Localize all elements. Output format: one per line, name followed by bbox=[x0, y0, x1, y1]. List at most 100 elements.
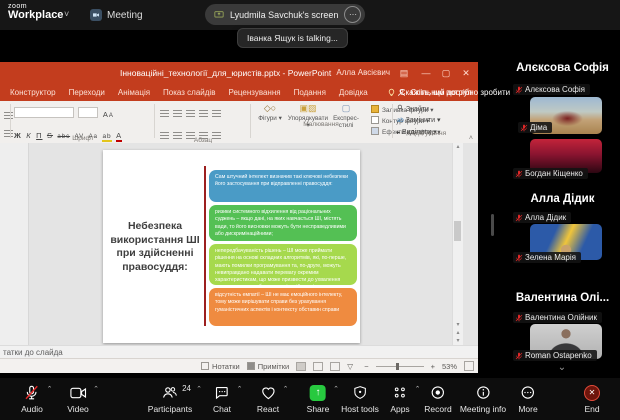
tab-meeting[interactable]: Meeting bbox=[84, 4, 149, 26]
host-tools-button[interactable]: Host tools bbox=[341, 384, 379, 414]
slide-box-no-empathy[interactable]: відсутність емпатії – ШІ не має емоційно… bbox=[209, 288, 357, 326]
notes-pane[interactable]: татки до слайда bbox=[0, 345, 478, 358]
share-button[interactable]: ↑⌃ Share bbox=[307, 384, 330, 414]
zoom-in-button[interactable]: + bbox=[431, 362, 435, 371]
video-button[interactable]: ⌃ Video bbox=[67, 384, 89, 414]
line-spacing-button[interactable] bbox=[212, 110, 221, 118]
font-name-select[interactable] bbox=[14, 107, 74, 118]
bullets-button[interactable] bbox=[160, 110, 169, 118]
react-options-chevron[interactable]: ⌃ bbox=[283, 385, 289, 393]
vertical-scrollbar[interactable]: ▴ ▾ ▴ ▾ bbox=[452, 143, 463, 345]
decrease-indent-button[interactable] bbox=[186, 110, 195, 118]
slide-canvas[interactable]: Небезпека використання ШІ при здійсненні… bbox=[103, 150, 360, 343]
previous-slide-icon[interactable]: ▴ bbox=[453, 330, 463, 337]
ribbon: АА Ж К П S abc AV Аа ab А Шрифт bbox=[0, 101, 478, 144]
restore-button[interactable]: ▢ bbox=[438, 66, 454, 80]
apps-button[interactable]: ⌃ Apps bbox=[390, 384, 409, 414]
tab-design[interactable]: Конструктор bbox=[10, 88, 56, 97]
slide-box-unpredictability[interactable]: непередбачуваність рішень – ШІ може прий… bbox=[209, 244, 357, 285]
share-options-chevron[interactable]: ⌃ bbox=[333, 385, 339, 393]
participant-tile-alla[interactable]: Алла Дідик bbox=[505, 193, 620, 205]
reading-view-button[interactable] bbox=[330, 362, 340, 371]
collapse-ribbon-button[interactable]: ˄ bbox=[469, 135, 473, 142]
muted-mic-icon bbox=[515, 170, 523, 178]
tab-slideshow[interactable]: Показ слайдів bbox=[163, 88, 215, 97]
scroll-down-icon[interactable]: ▾ bbox=[453, 322, 463, 329]
zoom-slider-thumb[interactable] bbox=[396, 363, 399, 370]
slide-box-intro[interactable]: Сам штучний інтелект визначив такі ключо… bbox=[209, 170, 357, 202]
status-bar: Нотатки Примітки ▽ − + 53% bbox=[0, 358, 478, 373]
share-options-button[interactable]: ⋯ bbox=[344, 6, 361, 23]
audio-button[interactable]: ⌃ Audio bbox=[21, 384, 43, 414]
shared-screen-pill[interactable]: Lyudmila Savchuk's screen ⋯ bbox=[205, 4, 365, 25]
participants-count: 24 bbox=[182, 384, 191, 393]
minimize-button[interactable]: — bbox=[418, 66, 434, 80]
sidebar-scrollbar[interactable] bbox=[491, 214, 494, 236]
zoom-slider[interactable] bbox=[376, 366, 424, 367]
powerpoint-title-bar[interactable]: Інноваційні_технології_для_юристів.pptx … bbox=[0, 62, 478, 84]
shield-icon bbox=[353, 385, 367, 400]
slide-title[interactable]: Небезпека використання ШІ при здійсненні… bbox=[108, 220, 202, 275]
tab-help[interactable]: Довідка bbox=[339, 88, 368, 97]
replace-button[interactable]: ab Замінити ▾ bbox=[397, 115, 457, 127]
zoom-out-button[interactable]: − bbox=[364, 362, 368, 371]
meeting-camera-icon bbox=[90, 9, 102, 21]
normal-view-button[interactable] bbox=[296, 362, 306, 371]
slideshow-view-button[interactable]: ▽ bbox=[347, 362, 357, 371]
slide-box-bias-risk[interactable]: ризики системного відхилення від раціона… bbox=[209, 205, 357, 241]
divider-line bbox=[204, 166, 206, 326]
next-slide-icon[interactable]: ▾ bbox=[453, 338, 463, 345]
scrollbar-thumb[interactable] bbox=[454, 221, 461, 241]
meeting-info-button[interactable]: Meeting info bbox=[460, 384, 506, 414]
end-button[interactable]: ✕ End bbox=[584, 384, 600, 414]
participants-button[interactable]: 24⌃ Participants bbox=[148, 384, 192, 414]
more-icon bbox=[521, 385, 536, 400]
slide-sorter-view-button[interactable] bbox=[313, 362, 323, 371]
apps-options-chevron[interactable]: ⌃ bbox=[415, 385, 421, 393]
participant-name-chip: Зелена Марія bbox=[513, 252, 581, 263]
tab-review[interactable]: Рецензування bbox=[228, 88, 280, 97]
audio-options-chevron[interactable]: ⌃ bbox=[47, 385, 53, 393]
tab-transitions[interactable]: Переходи bbox=[69, 88, 105, 97]
numbering-button[interactable] bbox=[173, 110, 182, 118]
chat-options-chevron[interactable]: ⌃ bbox=[237, 385, 243, 393]
person-icon bbox=[397, 88, 406, 97]
chat-button[interactable]: ⌃ Chat bbox=[213, 384, 231, 414]
share-document-button[interactable]: Спільний доступ bbox=[397, 88, 472, 97]
editing-group: Знайти ab Замінити ▾ ▸ Виділити ▾ Редагу… bbox=[397, 104, 457, 138]
comments-toggle[interactable]: Примітки bbox=[247, 362, 289, 371]
tab-animations[interactable]: Анімація bbox=[118, 88, 150, 97]
video-options-chevron[interactable]: ⌃ bbox=[93, 385, 99, 393]
participant-name-chip: Roman Ostapenko bbox=[513, 350, 597, 361]
zoom-level[interactable]: 53% bbox=[442, 362, 457, 371]
account-name[interactable]: Алла Авсієвич bbox=[336, 68, 390, 77]
shapes-button[interactable]: ◇○ Фігури ▾ bbox=[253, 103, 287, 122]
chevron-down-icon[interactable]: ˅ bbox=[64, 9, 69, 19]
slide-editing-area: Небезпека використання ШІ при здійсненні… bbox=[0, 143, 478, 345]
close-button[interactable]: ✕ bbox=[458, 66, 474, 80]
effects-icon bbox=[371, 127, 379, 135]
sidebar-scroll-down-button[interactable]: ⌄ bbox=[548, 362, 576, 373]
more-button[interactable]: More bbox=[518, 384, 537, 414]
react-button[interactable]: ⌃ React bbox=[257, 384, 279, 414]
document-title: Інноваційні_технології_для_юристів.pptx … bbox=[120, 68, 331, 78]
participants-options-chevron[interactable]: ⌃ bbox=[196, 385, 202, 393]
participant-name-chip: Богдан Кіщенко bbox=[513, 168, 588, 179]
record-button[interactable]: Record bbox=[424, 384, 451, 414]
participant-tile-valentyna[interactable]: Валентина Олі... bbox=[505, 292, 620, 304]
share-document-label: Спільний доступ bbox=[410, 88, 472, 97]
ribbon-display-options-icon[interactable]: ▤ bbox=[396, 66, 412, 80]
shrink-font-button[interactable]: А bbox=[109, 113, 114, 119]
participant-tile-aleksova[interactable]: Алєксова Софія bbox=[505, 62, 620, 74]
slide-thumbnail-panel[interactable] bbox=[0, 143, 29, 345]
fit-to-window-button[interactable] bbox=[464, 361, 474, 371]
participant-name-chip: Діма bbox=[518, 122, 552, 133]
notes-toggle[interactable]: Нотатки bbox=[201, 362, 240, 371]
increase-indent-button[interactable] bbox=[199, 110, 208, 118]
find-button[interactable]: Знайти bbox=[397, 104, 457, 115]
scroll-up-icon[interactable]: ▴ bbox=[453, 143, 463, 151]
font-size-select[interactable] bbox=[78, 107, 98, 118]
tab-view[interactable]: Подання bbox=[294, 88, 326, 97]
font-group: АА Ж К П S abc AV Аа ab А Шрифт bbox=[14, 104, 152, 143]
muted-mic-icon bbox=[515, 86, 523, 94]
